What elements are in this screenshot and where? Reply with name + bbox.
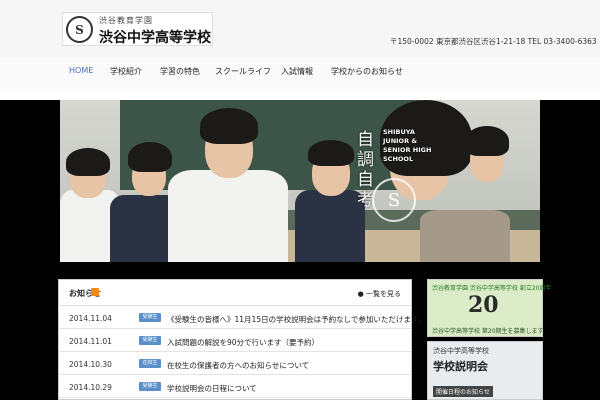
school-english-name: SHIBUYA JUNIOR & SENIOR HIGH SCHOOL <box>383 128 432 163</box>
news-date: 2014.10.30 <box>69 360 112 369</box>
news-text[interactable]: 在校生の保護者の方へのお知らせについて <box>167 360 309 371</box>
archive-label: 一覧を見る <box>366 290 401 298</box>
news-row[interactable]: 2014.10.30 在校生 在校生の保護者の方へのお知らせについて <box>59 353 411 375</box>
nav-divider <box>0 84 600 100</box>
page: { "header":{ "org":"渋谷教育学園", "school":"渋… <box>0 0 600 400</box>
category-badge: 受験生 <box>139 382 161 391</box>
news-panel: お知らせ ● 一覧を見る 2014.11.04 受験生 《受験生の皆様へ》11月… <box>58 279 425 400</box>
category-badge: 受験生 <box>139 313 161 322</box>
nav-about[interactable]: 学校紹介 <box>110 66 142 77</box>
nav-school-life[interactable]: スクールライフ <box>215 66 271 77</box>
school-name: 渋谷中学高等学校 <box>99 30 211 46</box>
news-text[interactable]: 学校説明会の日程について <box>167 383 257 394</box>
news-archive-link[interactable]: ● 一覧を見る <box>358 289 401 299</box>
anniv-top: 渋谷教育学園 渋谷中学高等学校 創立20周年 <box>432 285 552 292</box>
news-text[interactable]: 《受験生の皆様へ》11月15日の学校説明会は予約なしで参加いただけます。 <box>167 314 425 325</box>
nav-home[interactable]: HOME <box>69 66 93 75</box>
org-name: 渋谷教育学園 <box>99 16 153 25</box>
news-header: お知らせ ● 一覧を見る <box>59 280 411 306</box>
school-seal-icon: S <box>66 16 93 43</box>
rss-icon[interactable] <box>91 288 99 296</box>
crest-icon: S <box>372 178 416 222</box>
category-badge: 在校生 <box>139 359 161 368</box>
news-text[interactable]: 入試問題の解説を90分で行います（要予約） <box>167 337 319 348</box>
news-date: 2014.10.29 <box>69 383 112 392</box>
anniv-bottom: 渋谷中学高等学校 第20期生を募集します <box>432 328 544 335</box>
briefing-link[interactable]: 開催日程のお知らせ <box>433 386 493 397</box>
category-badge: 受験生 <box>139 336 161 345</box>
nav-academics[interactable]: 学習の特色 <box>160 66 200 77</box>
briefing-small: 渋谷中学高等学校 <box>433 347 489 355</box>
nav-admissions[interactable]: 入試情報 <box>281 66 313 77</box>
news-date: 2014.11.01 <box>69 337 112 346</box>
briefing-title: 学校説明会 <box>433 360 488 373</box>
header: S 渋谷教育学園 渋谷中学高等学校 〒150-0002 東京都渋谷区渋谷1-21… <box>0 0 600 58</box>
news-row[interactable]: 2014.11.04 受験生 《受験生の皆様へ》11月15日の学校説明会は予約な… <box>59 307 425 329</box>
hero-image: 自調自考 SHIBUYA JUNIOR & SENIOR HIGH SCHOOL… <box>60 100 540 262</box>
anniversary-banner[interactable]: 渋谷教育学園 渋谷中学高等学校 創立20周年 20 渋谷中学高等学校 第20期生… <box>427 279 551 337</box>
news-row[interactable]: 2014.10.29 受験生 学校説明会の日程について <box>59 376 411 398</box>
nav-notices[interactable]: 学校からのお知らせ <box>331 66 403 77</box>
contact-address: 〒150-0002 東京都渋谷区渋谷1-21-18 TEL 03-3400-63… <box>390 37 597 46</box>
news-row[interactable]: 2014.11.01 受験生 入試問題の解説を90分で行います（要予約） <box>59 330 411 352</box>
anniv-number: 20 <box>468 292 499 318</box>
site-logo[interactable]: S 渋谷教育学園 渋谷中学高等学校 <box>62 12 213 46</box>
news-date: 2014.11.04 <box>69 314 112 323</box>
briefing-banner[interactable]: 渋谷中学高等学校 学校説明会 開催日程のお知らせ <box>427 341 543 400</box>
main-nav: HOME 学校紹介 学習の特色 スクールライフ 入試情報 学校からのお知らせ <box>0 58 600 84</box>
